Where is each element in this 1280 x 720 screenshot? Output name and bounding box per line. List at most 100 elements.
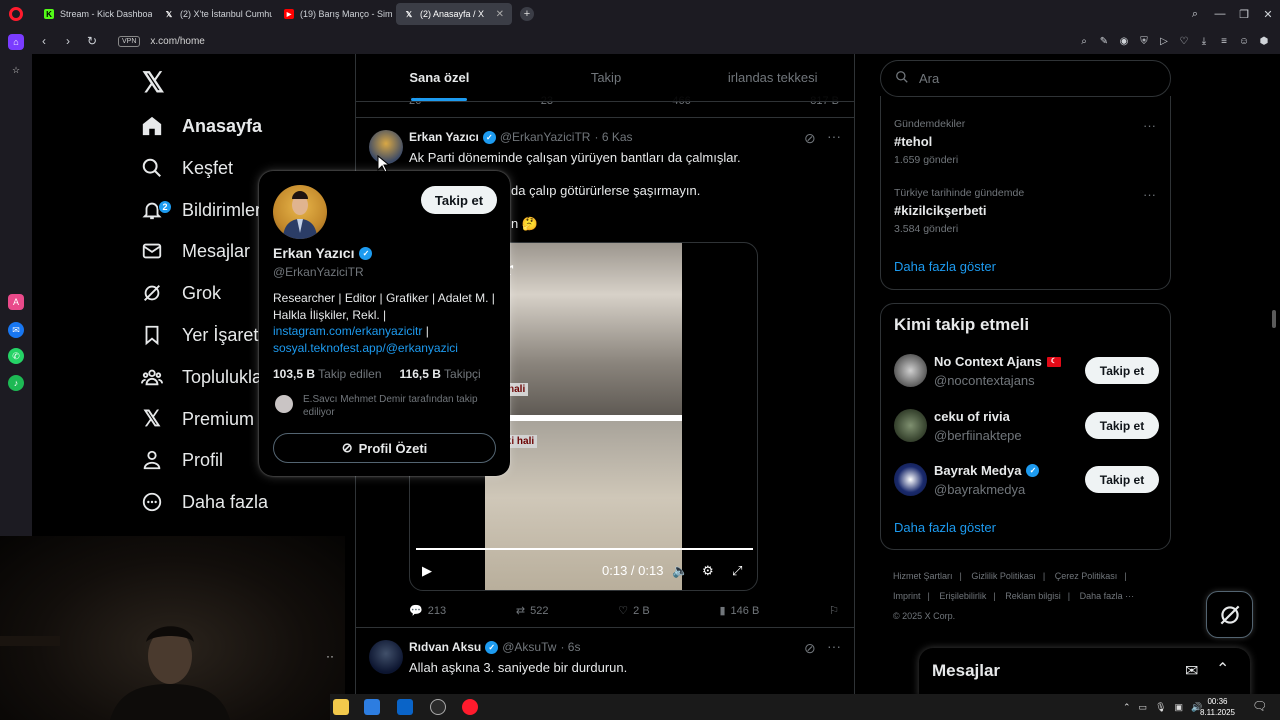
download-icon[interactable]: ⤓	[1198, 35, 1210, 47]
camera-icon[interactable]: ◉	[1118, 35, 1130, 47]
opera-logo[interactable]	[0, 0, 32, 28]
edit-icon[interactable]: ✎	[1098, 35, 1110, 47]
grok-floating-button[interactable]	[1206, 591, 1253, 638]
more-options-icon[interactable]: ···	[827, 128, 841, 144]
aria-icon[interactable]: A	[8, 294, 24, 310]
suggestion-handle[interactable]: @bayrakmedya	[934, 482, 1025, 497]
follow-button[interactable]: Takip et	[1085, 466, 1159, 493]
suggestion-handle[interactable]: @nocontextajans	[934, 373, 1035, 388]
avatar[interactable]	[894, 354, 927, 387]
nav-communities[interactable]: Topluluklar	[140, 357, 268, 397]
opera-icon[interactable]	[462, 699, 478, 715]
tab-youtube[interactable]: ▶ (19) Barış Manço - Simsiya	[276, 3, 392, 25]
footer-link[interactable]: Çerez Politikası	[1055, 571, 1118, 581]
nav-notifications[interactable]: 2 Bildirimler	[140, 190, 261, 230]
author-name[interactable]: Erkan Yazıcı	[409, 130, 479, 144]
new-tab-button[interactable]: +	[520, 7, 534, 21]
close-window-button[interactable]: ✕	[1256, 0, 1280, 28]
profile-icon[interactable]: ☺	[1238, 35, 1250, 47]
nav-profile[interactable]: Profil	[140, 440, 223, 480]
avatar[interactable]	[894, 409, 927, 442]
nav-home[interactable]: Anasayfa	[140, 106, 262, 146]
chevron-up-icon[interactable]: ⌃	[1216, 659, 1229, 679]
home-icon[interactable]: ⌂	[8, 34, 24, 50]
vpn-badge[interactable]: VPN	[118, 35, 141, 47]
forward-button[interactable]: ›	[56, 34, 80, 48]
menu-icon[interactable]: ≡	[1218, 35, 1230, 47]
new-message-icon[interactable]: ✉	[1185, 661, 1198, 681]
author-name[interactable]: Rıdvan Aksu	[409, 640, 481, 654]
video-progress-bar[interactable]	[416, 548, 753, 550]
author-handle[interactable]: @ErkanYaziciTR	[500, 130, 591, 144]
footer-link[interactable]: Daha fazla ···	[1080, 591, 1135, 601]
reload-button[interactable]: ↻	[80, 34, 104, 48]
settings-icon[interactable]: ⚙	[702, 563, 714, 579]
more-options-icon[interactable]: ···	[1143, 118, 1156, 133]
follow-suggestion[interactable]: ceku of rivia @berfiinaktepe Takip et	[881, 409, 1172, 459]
play-icon[interactable]: ▷	[1158, 35, 1170, 47]
avatar[interactable]	[273, 185, 327, 239]
avatar[interactable]	[894, 463, 927, 496]
grok-icon[interactable]: ⊘	[804, 640, 816, 657]
show-more-link[interactable]: Daha fazla göster	[894, 259, 996, 274]
play-icon[interactable]: ▶	[422, 563, 432, 579]
tab-list[interactable]: irlandas tekkesi	[689, 54, 854, 101]
views-button[interactable]: ▮ 146 B	[719, 604, 759, 618]
nav-explore[interactable]: Keşfet	[140, 148, 233, 188]
volume-icon[interactable]: 🔈	[672, 563, 688, 579]
footer-link[interactable]: Hizmet Şartları	[893, 571, 953, 581]
like-button[interactable]: ♡ 2 B	[618, 604, 649, 618]
author-handle[interactable]: @AksuTw	[502, 640, 556, 654]
shield-icon[interactable]: ⛨	[1138, 35, 1150, 47]
tab-for-you[interactable]: Sana özel	[356, 54, 523, 101]
messenger-icon[interactable]: ✉	[8, 322, 24, 338]
follow-button[interactable]: Takip et	[1085, 357, 1159, 384]
tab-kick[interactable]: K Stream - Kick Dashboard	[36, 3, 152, 25]
follow-suggestion[interactable]: Bayrak Medya ✓ @bayrakmedya Takip et	[881, 463, 1172, 513]
suggestion-handle[interactable]: @berfiinaktepe	[934, 428, 1022, 443]
suggestion-name[interactable]: ceku of rivia	[934, 409, 1010, 424]
tweet-time[interactable]: · 6s	[560, 640, 580, 654]
nav-grok[interactable]: Grok	[140, 273, 221, 313]
close-icon[interactable]: ✕	[496, 9, 504, 20]
bio-link[interactable]: instagram.com/erkanyazicitr	[273, 324, 422, 338]
maximize-button[interactable]: ❐	[1232, 0, 1256, 28]
footer-link[interactable]: Imprint	[893, 591, 921, 601]
bookmark-button[interactable]: ⚐	[829, 604, 839, 617]
heart-icon[interactable]: ♡	[1178, 35, 1190, 47]
url-field[interactable]: x.com/home	[150, 36, 204, 47]
tab-x-home[interactable]: 𝕏 (2) Anasayfa / X ✕	[396, 3, 512, 25]
reply-button[interactable]: 💬 213	[409, 604, 446, 618]
follow-suggestion[interactable]: No Context Ajans ☾ @nocontextajans Takip …	[881, 354, 1172, 404]
more-options-icon[interactable]: ···	[1143, 187, 1156, 202]
battery-icon[interactable]: ▭	[1139, 702, 1148, 713]
footer-link[interactable]: Reklam bilgisi	[1005, 591, 1061, 601]
store-icon[interactable]	[364, 699, 380, 715]
following-stat[interactable]: 103,5 B Takip edilen	[273, 367, 382, 381]
outlook-icon[interactable]	[397, 699, 413, 715]
grok-icon[interactable]: ⊘	[804, 130, 816, 147]
mic-icon[interactable]: 🎙	[1155, 702, 1166, 713]
show-more-link[interactable]: Daha fazla göster	[894, 520, 996, 535]
bio-link[interactable]: sosyal.teknofest.app/@erkanyazici	[273, 341, 458, 355]
suggestion-name[interactable]: Bayrak Medya	[934, 463, 1021, 478]
extension-icon[interactable]: ⬢	[1258, 35, 1270, 47]
tab-following[interactable]: Takip	[523, 54, 690, 101]
whatsapp-icon[interactable]: ✆	[8, 348, 24, 364]
followed-by-note[interactable]: E.Savcı Mehmet Demir tarafından takip ed…	[303, 393, 503, 419]
fullscreen-icon[interactable]: ⤢	[732, 563, 742, 579]
nav-messages[interactable]: Mesajlar	[140, 231, 250, 271]
tab-search-icon[interactable]: ⌕	[1183, 0, 1207, 28]
star-icon[interactable]: ☆	[8, 62, 24, 78]
scrollbar-thumb[interactable]	[1272, 310, 1276, 328]
profile-summary-button[interactable]: ⊘ Profil Özeti	[273, 433, 496, 463]
footer-link[interactable]: Erişilebilirlik	[939, 591, 986, 601]
clock[interactable]: 00:36 8.11.2025	[1200, 696, 1235, 718]
profile-name[interactable]: Erkan Yazıcı	[273, 245, 354, 261]
trend-item[interactable]: Türkiye tarihinde gündemde #kizilcikşerb…	[894, 187, 1024, 235]
spotify-icon[interactable]: ♪	[8, 375, 24, 391]
more-options-icon[interactable]: ···	[827, 638, 841, 654]
nav-more[interactable]: Daha fazla	[140, 482, 268, 522]
profile-handle[interactable]: @ErkanYaziciTR	[273, 265, 364, 279]
tab-x-istanbul[interactable]: 𝕏 (2) X'te İstanbul Cumhuriy	[156, 3, 272, 25]
